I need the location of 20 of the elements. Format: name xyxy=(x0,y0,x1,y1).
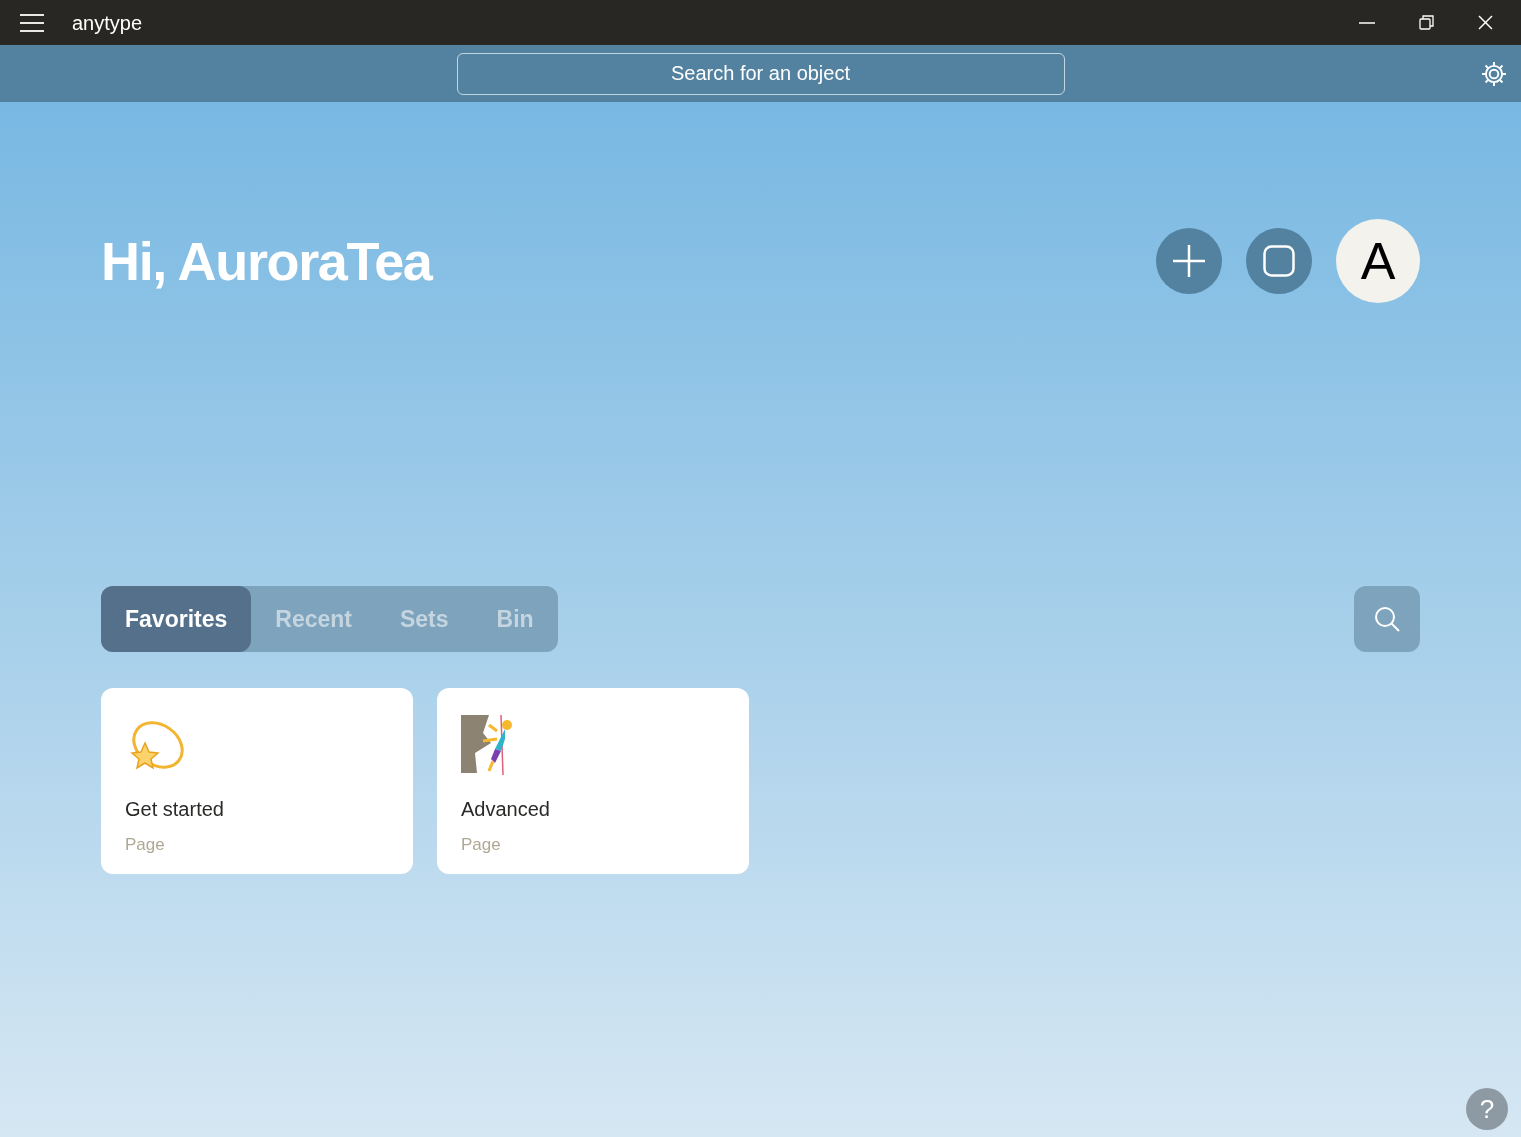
app-title: anytype xyxy=(72,10,143,36)
minimize-icon[interactable] xyxy=(1359,21,1375,24)
help-button[interactable]: ? xyxy=(1466,1088,1508,1130)
avatar-button[interactable]: A xyxy=(1336,219,1420,303)
close-icon[interactable] xyxy=(1478,15,1493,30)
greeting-heading: Hi, AuroraTea xyxy=(101,229,432,293)
object-card[interactable]: Advanced Page xyxy=(437,688,749,874)
object-card[interactable]: Get started Page xyxy=(101,688,413,874)
card-title: Get started xyxy=(125,797,225,822)
card-type: Page xyxy=(461,834,502,856)
card-type: Page xyxy=(125,834,166,856)
tab[interactable]: Favorites xyxy=(101,586,252,652)
menu-icon[interactable] xyxy=(20,13,44,32)
plus-icon xyxy=(1173,245,1205,277)
search-field[interactable]: Search for an object xyxy=(456,52,1065,95)
square-icon xyxy=(1263,245,1295,277)
settings-icon[interactable] xyxy=(1481,60,1507,87)
search-icon xyxy=(1374,606,1400,632)
card-title: Advanced xyxy=(461,797,551,822)
restore-icon[interactable] xyxy=(1419,15,1434,30)
